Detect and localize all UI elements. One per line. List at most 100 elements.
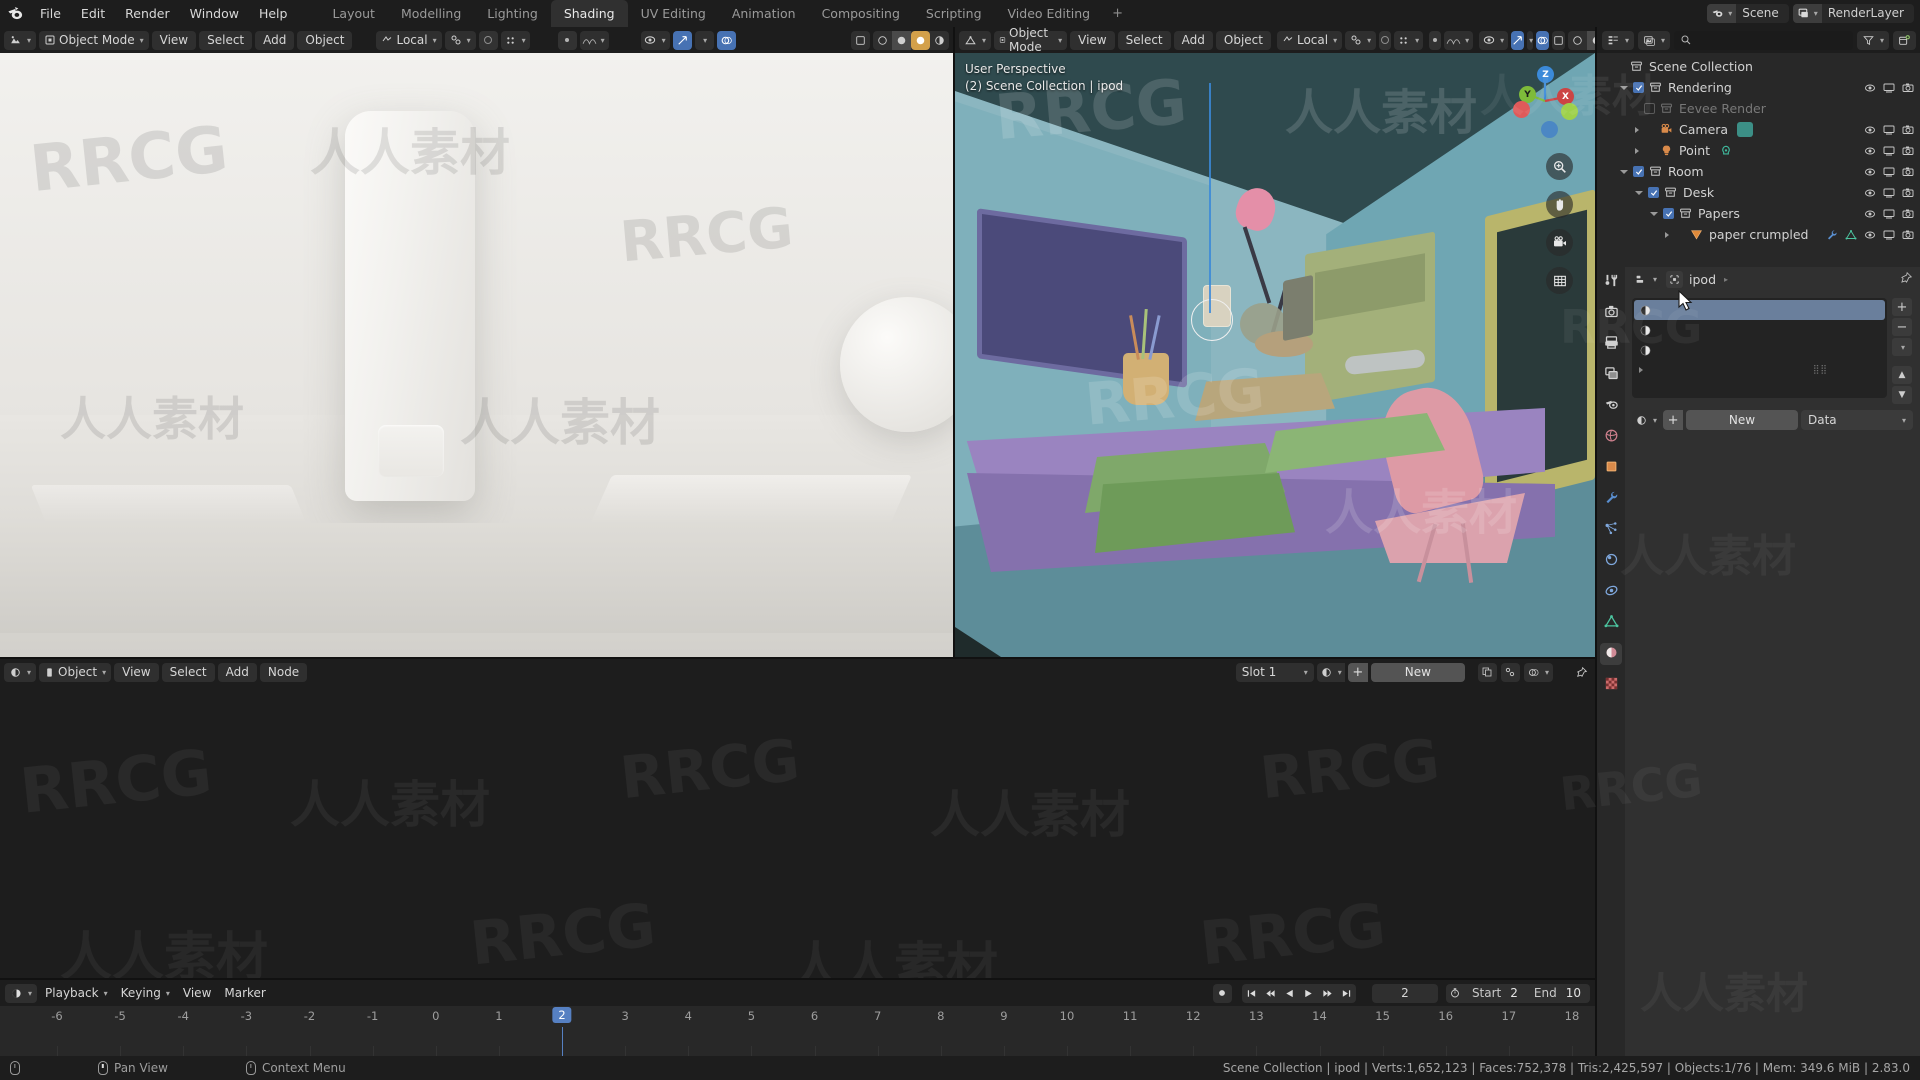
- shading-modes-left[interactable]: [873, 30, 949, 50]
- outliner-filter-button[interactable]: ▾: [1857, 30, 1890, 50]
- outliner-row-papers[interactable]: Papers: [1597, 203, 1920, 224]
- menu-view-left[interactable]: View: [151, 30, 197, 50]
- disable-render-icon[interactable]: [1902, 145, 1914, 157]
- transform-orientation-left[interactable]: Local ▾: [376, 30, 442, 50]
- menu-playback[interactable]: Playback ▾: [40, 984, 113, 1003]
- transform-orientation-right[interactable]: Local ▾: [1276, 30, 1343, 50]
- hide-viewport-icon[interactable]: [1864, 166, 1876, 178]
- menu-marker-timeline[interactable]: Marker: [219, 984, 270, 1003]
- properties-tab-particles[interactable]: [1600, 519, 1622, 541]
- timeline-ruler[interactable]: -6-5-4-3-2-10123456789101112131415161718…: [0, 1006, 1595, 1056]
- grid-icon[interactable]: [1546, 267, 1573, 294]
- disable-viewport-icon[interactable]: [1883, 145, 1895, 157]
- properties-tab-scene[interactable]: [1600, 395, 1622, 417]
- editor-type-selector-right[interactable]: ▾: [959, 30, 992, 50]
- workspace-tab-uv-editing[interactable]: UV Editing: [628, 0, 719, 27]
- add-slot-button[interactable]: +: [1892, 298, 1912, 316]
- disable-render-icon[interactable]: [1902, 187, 1914, 199]
- object-mode-selector-right[interactable]: Object Mode ▾: [994, 26, 1068, 54]
- properties-tab-output[interactable]: [1600, 333, 1622, 355]
- outliner-search-box[interactable]: [1674, 30, 1854, 50]
- object-mode-selector-left[interactable]: Object Mode ▾: [39, 30, 149, 50]
- properties-tab-constraint[interactable]: [1600, 581, 1622, 603]
- use-preview-range-icon[interactable]: [1446, 984, 1465, 1003]
- workspace-tab-animation[interactable]: Animation: [719, 0, 809, 27]
- menu-file[interactable]: File: [30, 3, 71, 25]
- disable-render-icon[interactable]: [1902, 124, 1914, 136]
- disable-viewport-icon[interactable]: [1883, 124, 1895, 136]
- row-checkbox[interactable]: [1633, 166, 1644, 177]
- proportional-falloff-left[interactable]: ▾: [500, 30, 530, 50]
- jump-start-button[interactable]: [1241, 983, 1261, 1003]
- row-checkbox[interactable]: [1648, 187, 1659, 198]
- hide-viewport-icon[interactable]: [1864, 187, 1876, 199]
- falloff-curve-right[interactable]: ▾: [1444, 30, 1474, 50]
- mesh-data-icon[interactable]: [1845, 229, 1857, 241]
- properties-tab-world[interactable]: [1600, 426, 1622, 448]
- properties-tab-render[interactable]: [1600, 302, 1622, 324]
- hide-viewport-icon[interactable]: [1864, 145, 1876, 157]
- material-slot-row[interactable]: [1634, 320, 1885, 340]
- menu-help[interactable]: Help: [249, 3, 298, 25]
- outliner-row-desk[interactable]: Desk: [1597, 182, 1920, 203]
- editor-type-selector-shader[interactable]: ▾: [4, 662, 37, 682]
- play-button[interactable]: [1298, 983, 1318, 1003]
- light-data-icon[interactable]: [1719, 144, 1733, 158]
- row-checkbox[interactable]: [1644, 103, 1655, 114]
- workspace-tab-scripting[interactable]: Scripting: [913, 0, 995, 27]
- workspace-tab-shading[interactable]: Shading: [550, 0, 628, 27]
- menu-view-shader[interactable]: View: [114, 662, 159, 682]
- jump-end-button[interactable]: [1336, 983, 1356, 1003]
- disable-viewport-icon[interactable]: [1883, 187, 1895, 199]
- scene-icon[interactable]: ▾: [1707, 4, 1737, 23]
- menu-edit[interactable]: Edit: [71, 3, 115, 25]
- properties-tab-modifier[interactable]: [1600, 488, 1622, 510]
- blender-logo-icon[interactable]: [0, 5, 30, 22]
- material-slot-row[interactable]: [1634, 340, 1885, 360]
- slot-specials-button[interactable]: ▾: [1892, 338, 1912, 356]
- row-checkbox[interactable]: [1663, 208, 1674, 219]
- modifier-icon[interactable]: [1826, 229, 1838, 241]
- gizmo-axis-z[interactable]: Z: [1537, 66, 1554, 83]
- properties-tab-object[interactable]: [1600, 457, 1622, 479]
- xray-toggle-right[interactable]: [1552, 30, 1566, 50]
- end-frame-value[interactable]: 10: [1564, 984, 1590, 1003]
- visibility-selector-left[interactable]: ▾: [640, 30, 670, 50]
- outliner-display-mode[interactable]: ▾: [1638, 30, 1671, 50]
- menu-select-right[interactable]: Select: [1117, 30, 1171, 50]
- gizmo-toggle-left[interactable]: [672, 30, 692, 50]
- disable-viewport-icon[interactable]: [1883, 82, 1895, 94]
- move-slot-down-button[interactable]: ▼: [1892, 386, 1912, 404]
- properties-tab-tool[interactable]: [1600, 271, 1622, 293]
- shading-wireframe-icon[interactable]: [851, 30, 870, 50]
- shader-node-canvas[interactable]: RRCG 人人素材 RRCG 人人素材 RRCG 人人素材 RRCG 人人素材 …: [0, 685, 1595, 978]
- snap-toggle-left[interactable]: ▾: [444, 30, 476, 50]
- menu-add-left[interactable]: Add: [255, 30, 295, 50]
- move-slot-up-button[interactable]: ▲: [1892, 366, 1912, 384]
- falloff-curve-icon[interactable]: ▾: [579, 30, 609, 50]
- outliner-row-paper-crumpled[interactable]: paper crumpled: [1597, 224, 1920, 245]
- add-material-button[interactable]: +: [1347, 662, 1368, 682]
- gizmo-toggle-right[interactable]: [1511, 30, 1525, 50]
- editor-type-selector-timeline[interactable]: ▾: [5, 983, 38, 1003]
- menu-view-timeline[interactable]: View: [178, 984, 216, 1003]
- material-slot-selector[interactable]: Slot 1 ▾: [1235, 662, 1314, 682]
- disclosure-triangle[interactable]: [1620, 169, 1628, 174]
- visibility-selector-right[interactable]: ▾: [1479, 30, 1509, 50]
- material-slot-list[interactable]: ⣿⣿: [1632, 298, 1887, 398]
- add-workspace-button[interactable]: +: [1103, 0, 1132, 27]
- scene-selector[interactable]: ▾ Scene: [1707, 4, 1789, 23]
- material-list-expander[interactable]: ⣿⣿: [1634, 360, 1885, 380]
- disclosure-triangle[interactable]: [1620, 85, 1628, 90]
- menu-object-left[interactable]: Object: [297, 30, 353, 50]
- outliner-search-input[interactable]: [1697, 33, 1848, 47]
- disable-viewport-icon[interactable]: [1883, 208, 1895, 220]
- overlay-nodes-selector[interactable]: ▾: [1523, 662, 1553, 682]
- next-keyframe-button[interactable]: [1317, 983, 1337, 1003]
- row-checkbox[interactable]: [1633, 82, 1644, 93]
- menu-window[interactable]: Window: [180, 3, 249, 25]
- preview-render-canvas[interactable]: RRCG 人人素材 人人素材 人人素材 RRCG: [0, 53, 953, 657]
- proportional-edit-icon-right[interactable]: [1379, 30, 1392, 50]
- disclosure-triangle[interactable]: [1635, 126, 1639, 133]
- remove-slot-button[interactable]: −: [1892, 318, 1912, 336]
